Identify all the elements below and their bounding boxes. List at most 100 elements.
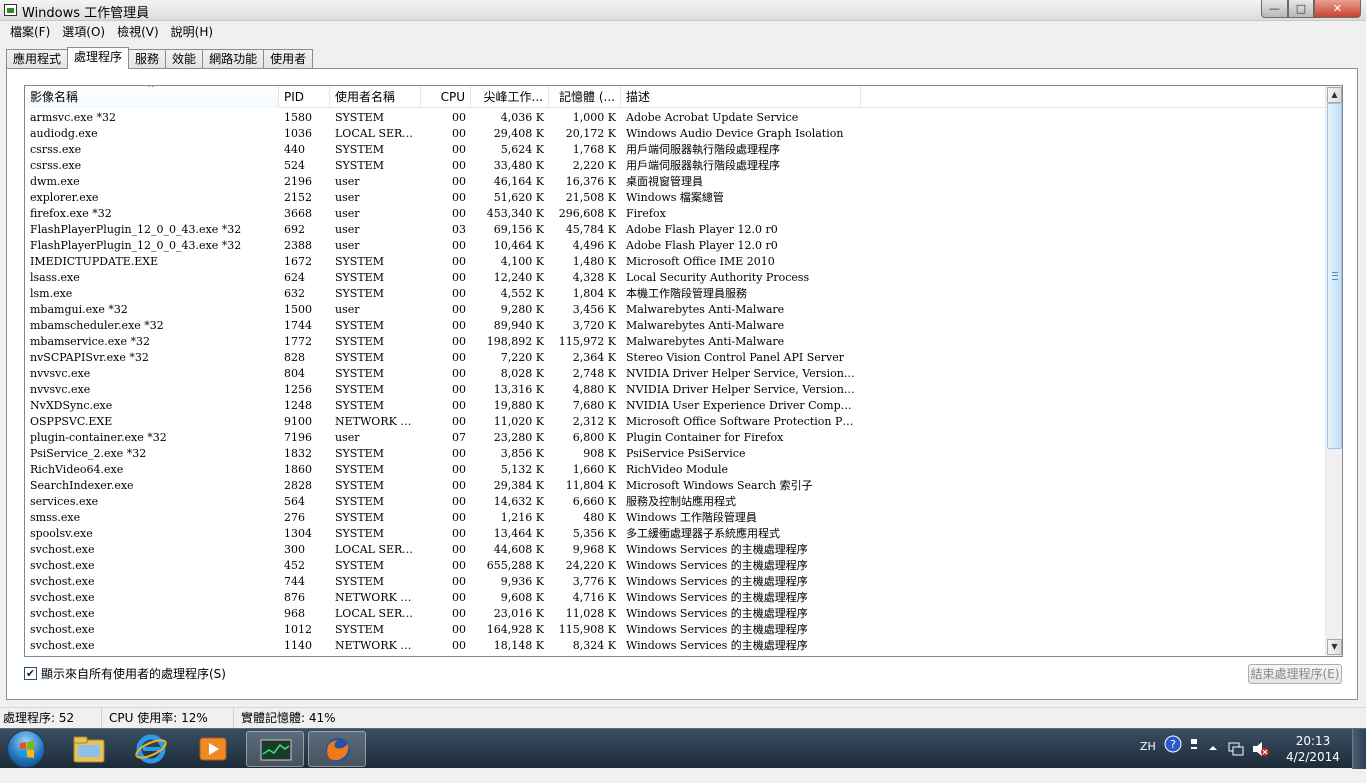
vertical-scrollbar[interactable]: ▲ ▼ — [1325, 86, 1342, 656]
table-row[interactable]: smss.exe 276 SYSTEM 00 1,216 K 480 K Windows 工… — [25, 510, 1327, 526]
show-desktop-button[interactable] — [1352, 729, 1366, 769]
scroll-up-arrow-icon[interactable]: ▲ — [1327, 87, 1342, 103]
table-row[interactable]: spoolsv.exe 1304 SYSTEM 00 13,464 K 5,356 K 多工… — [25, 526, 1327, 542]
scroll-down-arrow-icon[interactable]: ▼ — [1327, 639, 1342, 655]
cell-pid: 524 — [284, 159, 305, 172]
cell-description: Firefox — [626, 207, 666, 220]
cell-cpu: 00 — [452, 399, 466, 412]
cell-memory: 115,908 K — [558, 623, 616, 636]
media-player-icon[interactable] — [184, 731, 242, 767]
table-row[interactable]: FlashPlayerPlugin_12_0_0_43.exe *32 2388 u… — [25, 238, 1327, 254]
column-pid[interactable]: PID — [279, 86, 330, 108]
cell-user-name: user — [335, 191, 360, 204]
table-row[interactable]: mbamscheduler.exe *32 1744 SYSTEM 00 89,940 … — [25, 318, 1327, 334]
cell-image-name: csrss.exe — [30, 143, 82, 156]
table-row[interactable]: svchost.exe 744 SYSTEM 00 9,936 K 3,776 K Wind… — [25, 574, 1327, 590]
table-row[interactable]: NvXDSync.exe 1248 SYSTEM 00 19,880 K 7,680 K N… — [25, 398, 1327, 414]
table-row[interactable]: svchost.exe 452 SYSTEM 00 655,288 K 24,220 K W… — [25, 558, 1327, 574]
cell-memory: 1,480 K — [572, 255, 616, 268]
firefox-icon[interactable] — [308, 731, 366, 767]
table-row[interactable]: svchost.exe 1140 NETWORK S... 00 18,148 K 8,3… — [25, 638, 1327, 654]
process-list[interactable]: 影像名稱 ^ PID 使用者名稱 CPU 尖峰工作... 記憶體 (... 描述… — [24, 85, 1343, 657]
table-row[interactable]: armsvc.exe *32 1580 SYSTEM 00 4,036 K 1,000 K… — [25, 110, 1327, 126]
menu-help[interactable]: 說明(H) — [165, 23, 219, 40]
table-row[interactable]: PsiService_2.exe *32 1832 SYSTEM 00 3,856 K 9… — [25, 446, 1327, 462]
table-row[interactable]: firefox.exe *32 3668 user 00 453,340 K 296,60… — [25, 206, 1327, 222]
show-all-users-checkbox[interactable]: ✔ — [24, 667, 37, 680]
tab-applications[interactable]: 應用程式 — [6, 49, 69, 69]
menu-view[interactable]: 檢視(V) — [111, 23, 165, 40]
clock[interactable]: 20:13 4/2/2014 — [1282, 733, 1344, 765]
table-row[interactable]: plugin-container.exe *32 7196 user 07 23,280… — [25, 430, 1327, 446]
show-all-users-label[interactable]: 顯示來自所有使用者的處理程序(S) — [41, 665, 226, 682]
tab-performance[interactable]: 效能 — [165, 49, 204, 69]
table-row[interactable]: nvSCPAPISvr.exe *32 828 SYSTEM 00 7,220 K 2,3… — [25, 350, 1327, 366]
task-manager-taskbar-icon[interactable] — [246, 731, 304, 767]
internet-explorer-icon[interactable] — [122, 731, 180, 767]
sort-ascending-icon: ^ — [147, 86, 155, 94]
status-cpu-usage: CPU 使用率: 12% — [106, 708, 234, 728]
cell-memory: 3,720 K — [572, 319, 616, 332]
column-user-name[interactable]: 使用者名稱 — [330, 86, 421, 108]
minimize-button[interactable]: — — [1261, 0, 1288, 18]
table-row[interactable]: mbamservice.exe *32 1772 SYSTEM 00 198,892 K… — [25, 334, 1327, 350]
table-row[interactable]: OSPPSVC.EXE 9100 NETWORK S... 00 11,020 K 2,3… — [25, 414, 1327, 430]
ime-settings-icon[interactable] — [1189, 737, 1199, 777]
cell-peak-working-set: 655,288 K — [486, 559, 544, 572]
cell-user-name: NETWORK S... — [335, 639, 418, 652]
explorer-taskbar-icon[interactable] — [60, 731, 118, 767]
table-row[interactable]: SearchIndexer.exe 2828 SYSTEM 00 29,384 K 11,… — [25, 478, 1327, 494]
column-memory[interactable]: 記憶體 (... — [549, 86, 621, 108]
column-cpu[interactable]: CPU — [421, 86, 471, 108]
cell-description: Microsoft Office Software Protection Pla… — [626, 415, 861, 428]
table-row[interactable]: explorer.exe 2152 user 00 51,620 K 21,508 K Wi… — [25, 190, 1327, 206]
tab-services[interactable]: 服務 — [128, 49, 167, 69]
scroll-thumb[interactable] — [1327, 103, 1342, 449]
table-row[interactable]: svchost.exe 876 NETWORK S... 00 9,608 K 4,716… — [25, 590, 1327, 606]
table-row[interactable]: lsass.exe 624 SYSTEM 00 12,240 K 4,328 K Local… — [25, 270, 1327, 286]
table-row[interactable]: svchost.exe 1012 SYSTEM 00 164,928 K 115,908 … — [25, 622, 1327, 638]
menu-file[interactable]: 檔案(F) — [4, 23, 56, 40]
table-row[interactable]: FlashPlayerPlugin_12_0_0_43.exe *32 692 us… — [25, 222, 1327, 238]
cell-description: Windows 工作階段管理員 — [626, 511, 757, 524]
table-row[interactable]: RichVideo64.exe 1860 SYSTEM 00 5,132 K 1,660 … — [25, 462, 1327, 478]
start-button[interactable] — [4, 729, 48, 769]
menu-options[interactable]: 選項(O) — [56, 23, 111, 40]
end-process-button[interactable]: 結束處理程序(E) — [1248, 664, 1342, 684]
table-row[interactable]: audiodg.exe 1036 LOCAL SERV... 00 29,408 K 20… — [25, 126, 1327, 142]
title-bar[interactable]: Windows 工作管理員 — □ ✕ — [0, 0, 1366, 21]
table-row[interactable]: svchost.exe 968 LOCAL SERV... 00 23,016 K 11,… — [25, 606, 1327, 622]
network-icon[interactable] — [1228, 741, 1244, 781]
show-hidden-icons-icon[interactable] — [1208, 743, 1218, 783]
cell-memory: 1,660 K — [572, 463, 616, 476]
ime-help-icon[interactable]: ? — [1164, 735, 1182, 775]
cell-memory: 8,324 K — [572, 639, 616, 652]
table-row[interactable]: lsm.exe 632 SYSTEM 00 4,552 K 1,804 K 本機工作階段管理… — [25, 286, 1327, 302]
maximize-button[interactable]: □ — [1288, 0, 1314, 18]
cell-image-name: nvSCPAPISvr.exe *32 — [30, 351, 149, 364]
cell-pid: 744 — [284, 575, 305, 588]
table-row[interactable]: dwm.exe 2196 user 00 46,164 K 16,376 K 桌面視窗管理員 — [25, 174, 1327, 190]
table-row[interactable]: mbamgui.exe *32 1500 user 00 9,280 K 3,456 K M… — [25, 302, 1327, 318]
cell-pid: 2152 — [284, 191, 312, 204]
volume-muted-icon[interactable] — [1252, 741, 1270, 781]
table-row[interactable]: csrss.exe 524 SYSTEM 00 33,480 K 2,220 K 用戶端伺服… — [25, 158, 1327, 174]
cell-pid: 564 — [284, 495, 305, 508]
tab-processes[interactable]: 處理程序 — [67, 47, 130, 69]
language-indicator[interactable]: ZH — [1140, 740, 1156, 780]
cell-image-name: RichVideo64.exe — [30, 463, 124, 476]
cell-peak-working-set: 4,100 K — [500, 255, 544, 268]
tab-users[interactable]: 使用者 — [263, 49, 314, 69]
show-all-users-option[interactable]: ✔ 顯示來自所有使用者的處理程序(S) — [24, 665, 226, 682]
table-row[interactable]: nvvsvc.exe 1256 SYSTEM 00 13,316 K 4,880 K NVI… — [25, 382, 1327, 398]
column-peak-working-set[interactable]: 尖峰工作... — [471, 86, 549, 108]
table-row[interactable]: csrss.exe 440 SYSTEM 00 5,624 K 1,768 K 用戶端伺服器… — [25, 142, 1327, 158]
table-row[interactable]: IMEDICTUPDATE.EXE 1672 SYSTEM 00 4,100 K 1,48… — [25, 254, 1327, 270]
column-image-name[interactable]: 影像名稱 ^ — [25, 86, 279, 108]
tab-networking[interactable]: 網路功能 — [202, 49, 265, 69]
table-row[interactable]: svchost.exe 300 LOCAL SERV... 00 44,608 K 9,9… — [25, 542, 1327, 558]
table-row[interactable]: services.exe 564 SYSTEM 00 14,632 K 6,660 K 服務… — [25, 494, 1327, 510]
table-row[interactable]: nvvsvc.exe 804 SYSTEM 00 8,028 K 2,748 K NVIDI… — [25, 366, 1327, 382]
column-description[interactable]: 描述 — [621, 86, 861, 108]
close-button[interactable]: ✕ — [1314, 0, 1361, 18]
